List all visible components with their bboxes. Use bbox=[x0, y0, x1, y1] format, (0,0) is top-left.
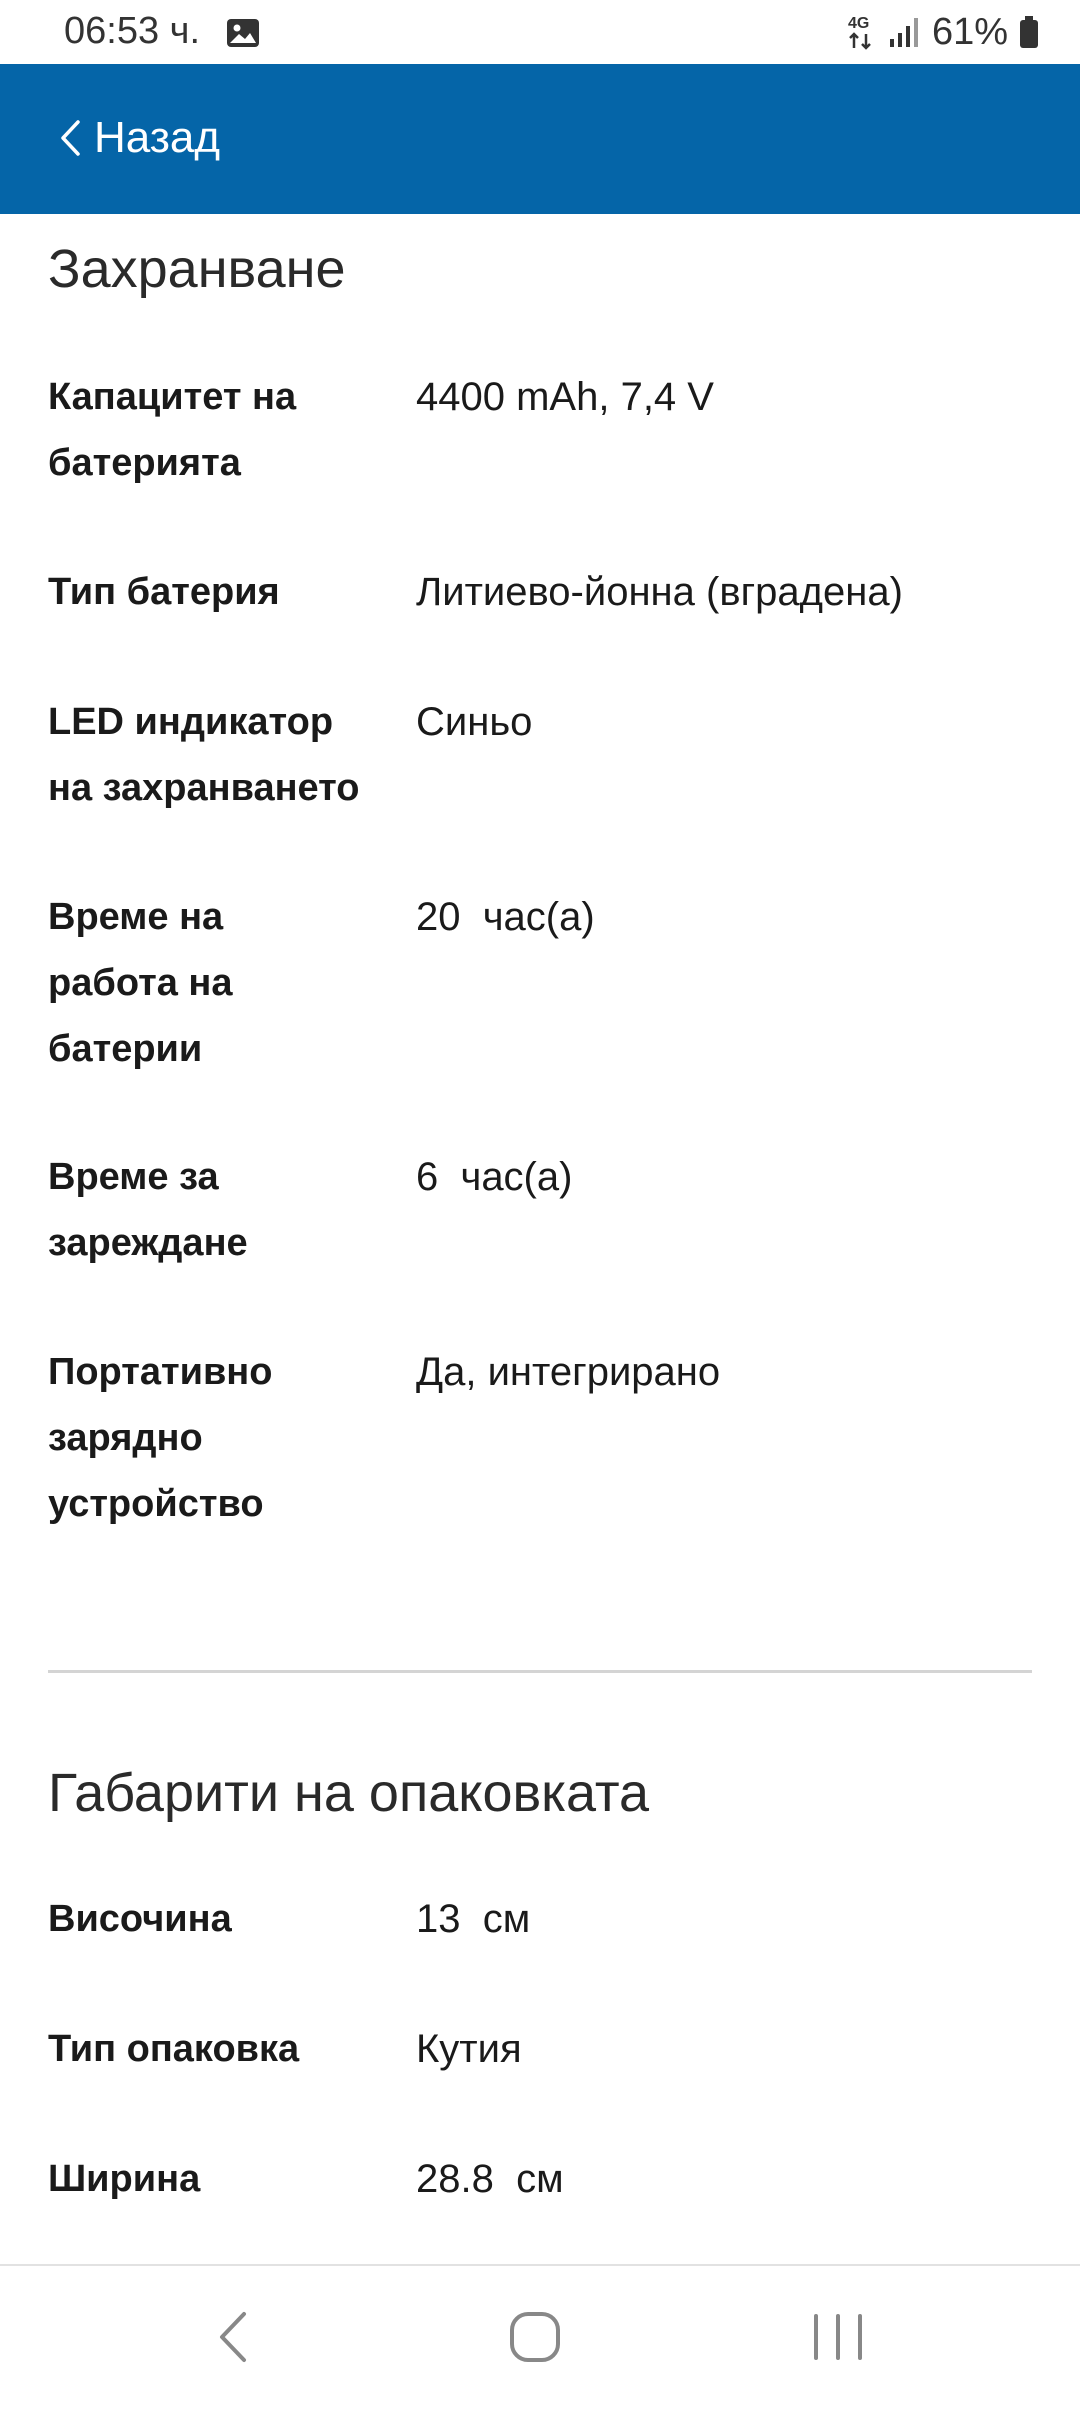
spec-value: 28.8 см bbox=[416, 2157, 564, 2201]
status-time: 06:53 ч. bbox=[64, 10, 201, 52]
spec-label: Тип опаковка bbox=[48, 2028, 300, 2070]
spec-label: Време за зареждане bbox=[48, 1156, 248, 1264]
spec-label: Ширина bbox=[48, 2158, 201, 2200]
signal-icon bbox=[889, 18, 918, 47]
system-nav-bar bbox=[0, 2264, 1080, 2410]
back-button[interactable]: Назад bbox=[58, 108, 220, 168]
section-divider bbox=[48, 1670, 1032, 1673]
svg-text:4G: 4G bbox=[848, 15, 869, 32]
spec-label: Капацитет на батерията bbox=[48, 376, 297, 484]
back-nav-icon[interactable] bbox=[194, 2302, 274, 2372]
spec-value: Да, интегрирано bbox=[416, 1350, 721, 1394]
spec-value: Кутия bbox=[416, 2027, 522, 2071]
spec-label: LED индикатор на захранването bbox=[48, 701, 360, 809]
app-header: Назад bbox=[0, 64, 1080, 214]
status-bar: 06:53 ч. 4G 61% bbox=[0, 0, 1080, 64]
chevron-left-icon bbox=[61, 120, 80, 156]
spec-value: 4400 mAh, 7,4 V bbox=[416, 375, 714, 419]
spec-label: Тип батерия bbox=[48, 571, 280, 613]
status-right-icons: 4G 61% bbox=[846, 10, 1040, 54]
back-label: Назад bbox=[94, 113, 221, 162]
spec-label: Портативно зарядно устройство bbox=[48, 1351, 273, 1525]
spec-value: 20 час(а) bbox=[416, 895, 595, 939]
spec-label: Височина bbox=[48, 1898, 232, 1940]
battery-icon bbox=[1020, 16, 1038, 48]
section-title-package-dimensions: Габарити на опаковката bbox=[48, 1763, 649, 1823]
spec-value: Синьо bbox=[416, 700, 533, 744]
spec-content[interactable]: Захранване Капацитет на батерията 4400 m… bbox=[0, 214, 1080, 2264]
battery-percent: 61% bbox=[931, 10, 1008, 53]
spec-value: 6 час(а) bbox=[416, 1155, 573, 1199]
recents-nav-icon[interactable] bbox=[798, 2302, 878, 2372]
spec-value: 13 см bbox=[416, 1897, 531, 1941]
spec-label: Време на работа на батерии bbox=[48, 896, 233, 1070]
image-icon bbox=[227, 19, 259, 47]
home-nav-icon[interactable] bbox=[496, 2302, 576, 2372]
network-4g-icon: 4G bbox=[848, 15, 871, 50]
section-title-power: Захранване bbox=[48, 239, 346, 299]
spec-value: Литиево-йонна (вградена) bbox=[416, 570, 903, 614]
